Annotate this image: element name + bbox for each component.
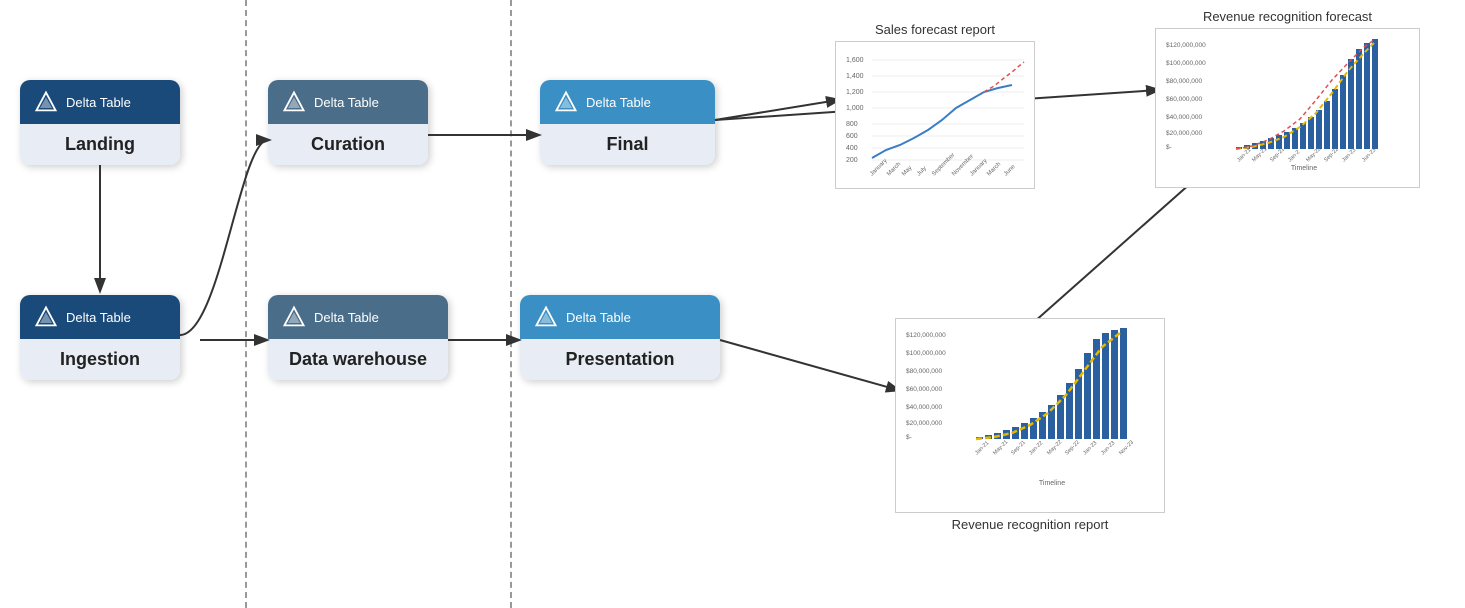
node-final-header: Delta Table xyxy=(540,80,715,124)
svg-text:$120,000,000: $120,000,000 xyxy=(1166,42,1206,49)
svg-text:1,000: 1,000 xyxy=(846,105,864,112)
divider-1 xyxy=(245,0,247,608)
svg-text:$-: $- xyxy=(1166,144,1172,151)
node-curation-header: Delta Table xyxy=(268,80,428,124)
svg-text:$60,000,000: $60,000,000 xyxy=(1166,96,1203,103)
svg-text:600: 600 xyxy=(846,133,858,140)
node-final-label: Final xyxy=(540,124,715,165)
node-ingestion-header: Delta Table xyxy=(20,295,180,339)
svg-text:Sep-21: Sep-21 xyxy=(1269,147,1286,164)
svg-text:$40,000,000: $40,000,000 xyxy=(906,404,943,411)
svg-text:Sep-22: Sep-22 xyxy=(1323,147,1340,164)
svg-text:800: 800 xyxy=(846,121,858,128)
node-presentation-label: Presentation xyxy=(520,339,720,380)
node-final: Delta Table Final xyxy=(540,80,715,165)
svg-text:$40,000,000: $40,000,000 xyxy=(1166,114,1203,121)
node-landing-header: Delta Table xyxy=(20,80,180,124)
chart-revenue-forecast: Revenue recognition forecast $120,000,00… xyxy=(1155,5,1420,188)
node-datawarehouse-label: Data warehouse xyxy=(268,339,448,380)
svg-text:200: 200 xyxy=(846,157,858,164)
divider-2 xyxy=(510,0,512,608)
svg-text:March: March xyxy=(986,161,1002,177)
svg-text:$20,000,000: $20,000,000 xyxy=(1166,130,1203,137)
node-final-header-text: Delta Table xyxy=(586,95,651,110)
node-presentation-header: Delta Table xyxy=(520,295,720,339)
node-landing: Delta Table Landing xyxy=(20,80,180,165)
node-curation-label: Curation xyxy=(268,124,428,165)
node-curation-header-text: Delta Table xyxy=(314,95,379,110)
svg-text:$120,000,000: $120,000,000 xyxy=(906,332,946,339)
node-ingestion-label: Ingestion xyxy=(20,339,180,380)
chart-revenue-report: $120,000,000 $100,000,000 $80,000,000 $6… xyxy=(895,318,1165,532)
svg-text:Sep-22: Sep-22 xyxy=(1064,440,1081,457)
svg-text:Jan-21: Jan-21 xyxy=(1236,147,1252,163)
node-landing-label: Landing xyxy=(20,124,180,165)
svg-text:$100,000,000: $100,000,000 xyxy=(1166,60,1206,67)
svg-text:June: June xyxy=(1003,164,1017,178)
svg-text:May: May xyxy=(901,165,913,177)
svg-text:Nov-23: Nov-23 xyxy=(1118,440,1135,457)
diagram-container: Delta Table Landing Delta Table Ingestio… xyxy=(0,0,1465,608)
node-datawarehouse-header-text: Delta Table xyxy=(314,310,379,325)
node-datawarehouse-header: Delta Table xyxy=(268,295,448,339)
svg-text:$80,000,000: $80,000,000 xyxy=(906,368,943,375)
node-curation: Delta Table Curation xyxy=(268,80,428,165)
svg-text:1,600: 1,600 xyxy=(846,57,864,64)
svg-text:$100,000,000: $100,000,000 xyxy=(906,350,946,357)
svg-text:May-22: May-22 xyxy=(1046,439,1063,456)
svg-text:$80,000,000: $80,000,000 xyxy=(1166,78,1203,85)
node-datawarehouse: Delta Table Data warehouse xyxy=(268,295,448,380)
svg-text:Sep-21: Sep-21 xyxy=(1010,440,1027,457)
svg-text:Timeline: Timeline xyxy=(1039,480,1065,487)
svg-text:1,400: 1,400 xyxy=(846,73,864,80)
svg-text:400: 400 xyxy=(846,145,858,152)
svg-text:January: January xyxy=(869,158,888,177)
chart-revenue-report-title: Revenue recognition report xyxy=(895,517,1165,532)
chart-revenue-forecast-title: Revenue recognition forecast xyxy=(1155,9,1420,24)
svg-text:Jan-23: Jan-23 xyxy=(1341,147,1357,163)
node-ingestion: Delta Table Ingestion xyxy=(20,295,180,380)
svg-text:Jan-23: Jan-23 xyxy=(1082,440,1098,456)
chart-sales-forecast-title: Sales forecast report xyxy=(835,22,1035,37)
svg-text:1,200: 1,200 xyxy=(846,89,864,96)
chart-sales-forecast: Sales forecast report 1,600 1,400 1,200 … xyxy=(835,18,1035,189)
node-landing-header-text: Delta Table xyxy=(66,95,131,110)
svg-text:$60,000,000: $60,000,000 xyxy=(906,386,943,393)
svg-text:March: March xyxy=(886,161,902,177)
node-presentation: Delta Table Presentation xyxy=(520,295,720,380)
node-presentation-header-text: Delta Table xyxy=(566,310,631,325)
svg-text:$20,000,000: $20,000,000 xyxy=(906,420,943,427)
svg-text:May-21: May-21 xyxy=(992,439,1009,456)
svg-text:$-: $- xyxy=(906,434,912,441)
svg-text:Jun-23: Jun-23 xyxy=(1361,147,1377,163)
svg-text:January: January xyxy=(969,158,988,177)
svg-text:Jan-22: Jan-22 xyxy=(1028,440,1044,456)
svg-text:July: July xyxy=(916,166,928,178)
svg-text:Jan-2: Jan-2 xyxy=(1287,149,1301,163)
svg-text:Jan-21: Jan-21 xyxy=(974,440,990,456)
node-ingestion-header-text: Delta Table xyxy=(66,310,131,325)
svg-text:Jun-23: Jun-23 xyxy=(1100,440,1116,456)
svg-text:Timeline: Timeline xyxy=(1291,165,1317,172)
